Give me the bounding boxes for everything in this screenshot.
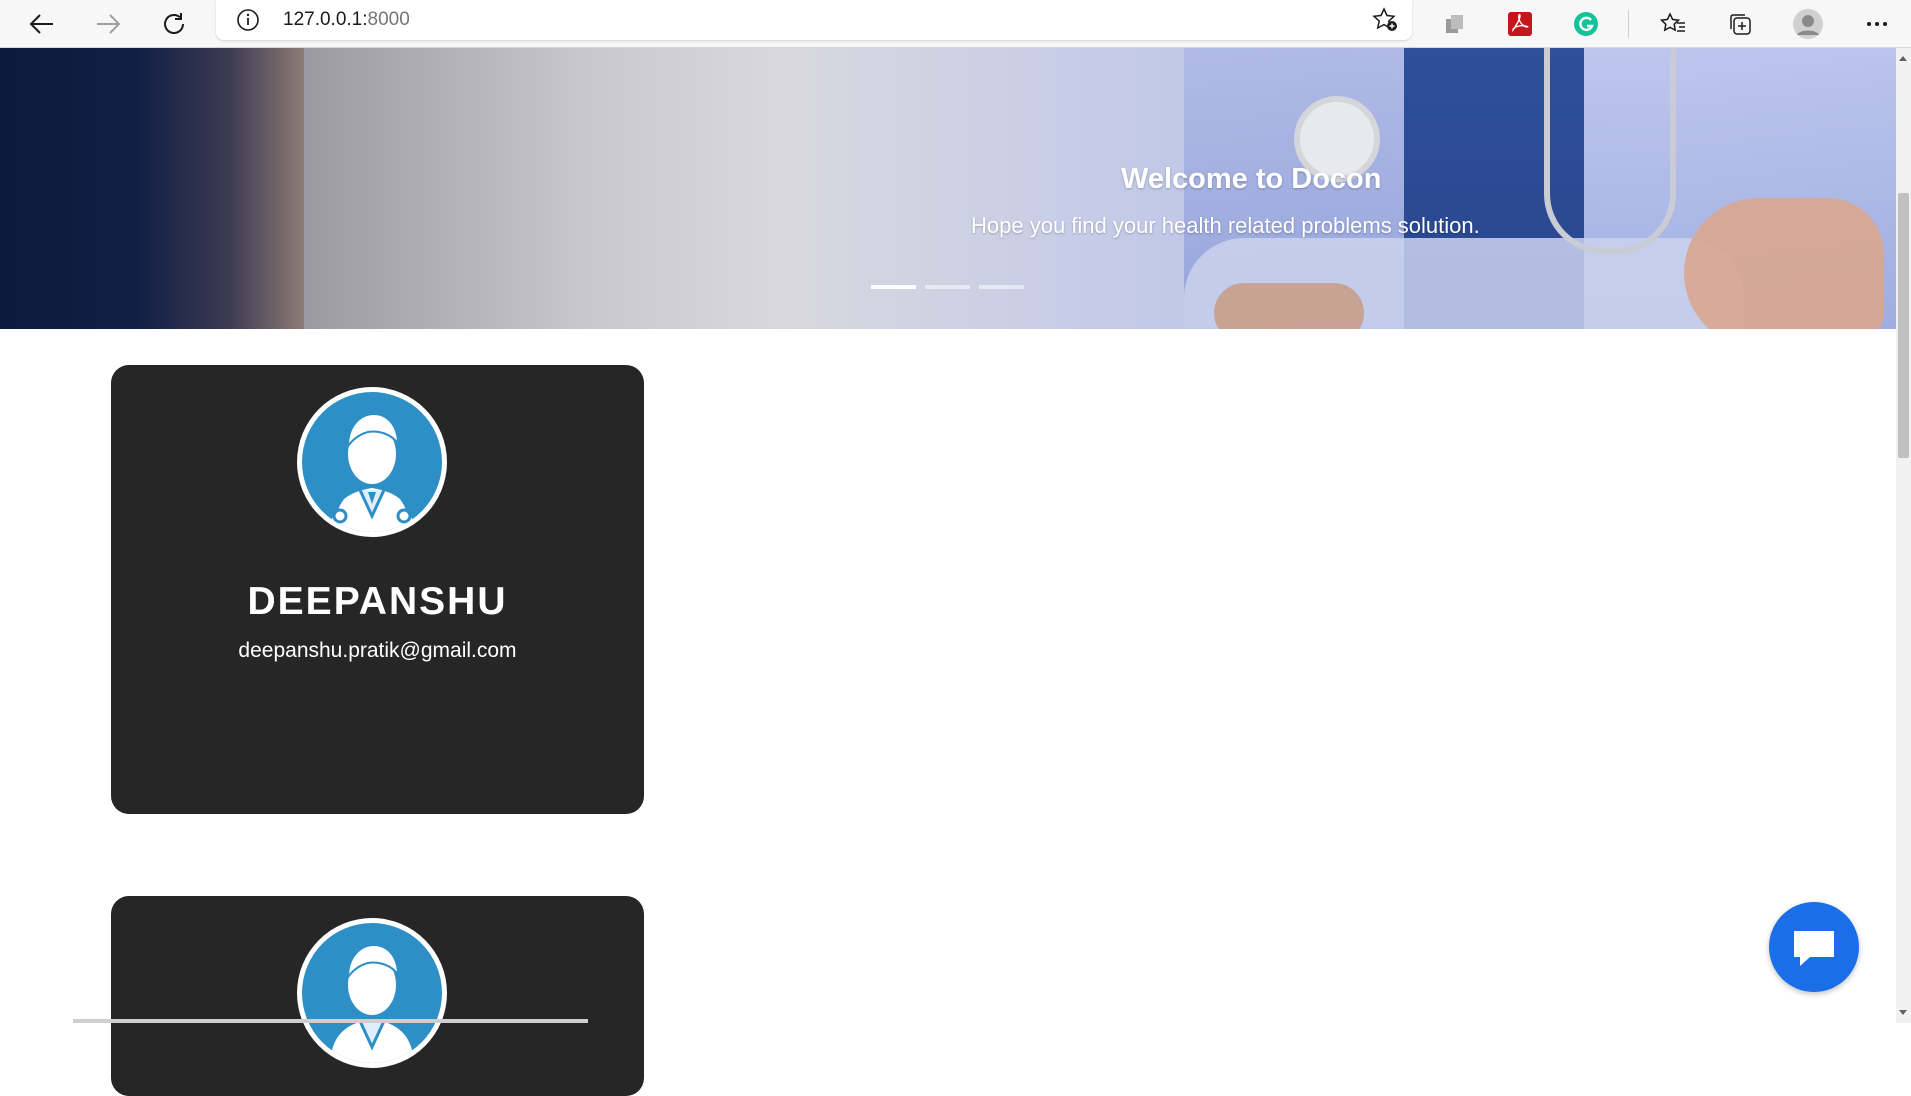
back-button[interactable] — [22, 4, 62, 44]
doctor-avatar-icon — [302, 923, 442, 1063]
reload-icon — [164, 13, 184, 34]
doctor-email: deepanshu.pratik@gmail.com — [238, 639, 517, 662]
hero-carousel: Welcome to Docon Hope you find your heal… — [0, 48, 1896, 329]
carousel-indicator-1[interactable] — [871, 285, 916, 289]
chat-bubble-icon — [1794, 931, 1834, 966]
more-menu-icon — [1867, 22, 1887, 26]
arrow-left-icon — [29, 14, 53, 34]
chat-button[interactable] — [1769, 902, 1859, 992]
scroll-up-arrow-icon[interactable] — [1899, 56, 1907, 61]
carousel-slide-image — [304, 48, 1896, 329]
profile-avatar-icon — [1793, 9, 1823, 39]
reload-button[interactable] — [154, 4, 194, 44]
info-icon[interactable] — [236, 8, 260, 37]
doctor-name: DEEPANSHU — [247, 580, 508, 623]
doctor-card[interactable]: DEEPANSHU deepanshu.pratik@gmail.com — [111, 365, 644, 814]
hero-title: Welcome to Docon — [1121, 163, 1382, 195]
wrist-shape — [1214, 283, 1364, 329]
hand-shape — [1684, 198, 1884, 329]
carousel-previous-slide — [0, 48, 304, 329]
url-port: 8000 — [367, 9, 410, 30]
address-bar[interactable]: 127.0.0.1:8000 — [216, 0, 1412, 40]
avatar — [297, 918, 447, 1068]
toolbar-separator — [1628, 10, 1629, 38]
avatar — [297, 387, 447, 537]
collections-icon — [1730, 14, 1751, 35]
page-scrollbar[interactable] — [1896, 48, 1911, 1023]
forward-button[interactable] — [88, 4, 128, 44]
favorites-icon — [1660, 12, 1685, 32]
carousel-indicator-2[interactable] — [925, 285, 970, 289]
browser-toolbar: 127.0.0.1:8000 — [0, 0, 1911, 48]
url-host: 127.0.0.1: — [283, 9, 368, 30]
star-add-icon[interactable] — [1372, 7, 1400, 38]
scroll-down-arrow-icon[interactable] — [1899, 1010, 1907, 1015]
extension-button[interactable] — [1435, 4, 1475, 44]
horizontal-scroll-indicator — [73, 1019, 588, 1023]
extension-icon — [1446, 15, 1463, 33]
more-menu-button[interactable] — [1857, 4, 1897, 44]
profile-button[interactable] — [1788, 4, 1828, 44]
doctor-card[interactable] — [111, 896, 644, 1096]
adobe-acrobat-icon — [1508, 12, 1532, 36]
carousel-indicators — [871, 285, 1024, 289]
favorites-button[interactable] — [1653, 4, 1693, 44]
scrollbar-thumb[interactable] — [1898, 193, 1909, 458]
carousel-indicator-3[interactable] — [979, 285, 1024, 289]
url-text: 127.0.0.1:8000 — [283, 9, 410, 31]
arrow-right-icon — [97, 14, 121, 34]
doctor-avatar-icon — [302, 392, 442, 532]
stethoscope-tube-shape — [1544, 48, 1676, 254]
grammarly-icon — [1574, 12, 1598, 36]
collections-button[interactable] — [1720, 4, 1760, 44]
grammarly-button[interactable] — [1566, 4, 1606, 44]
acrobat-button[interactable] — [1500, 4, 1540, 44]
hero-subtitle: Hope you find your health related proble… — [971, 213, 1480, 238]
